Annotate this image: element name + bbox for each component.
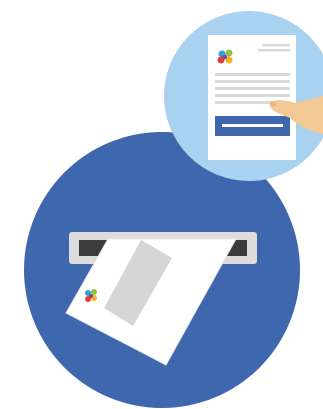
illustration	[24, 11, 323, 408]
document-icon	[208, 35, 296, 160]
